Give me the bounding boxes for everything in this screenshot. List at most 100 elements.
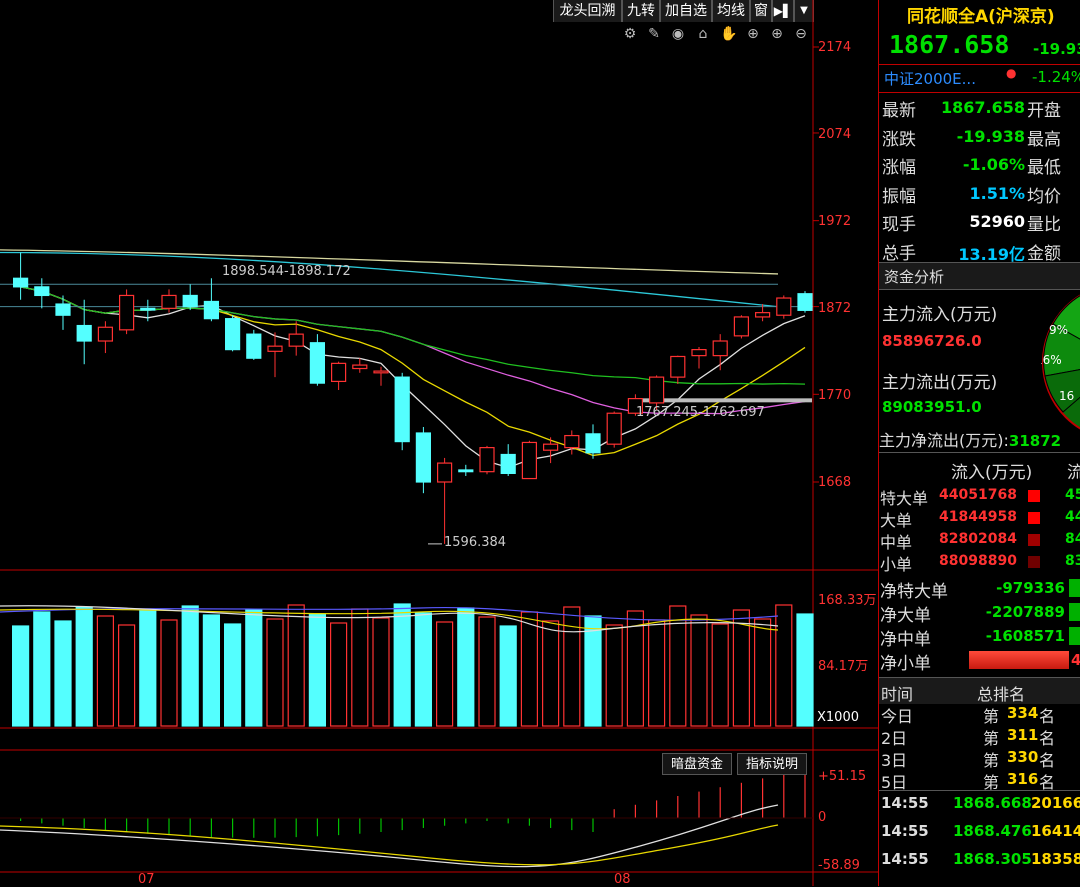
price-tick: 1668 [818,475,852,490]
fund-pie-chart: 9% 16% 16 [1041,294,1080,430]
candle-body [394,376,410,443]
volume-bar [775,604,793,727]
related-index-link[interactable]: 中证2000E... [884,68,976,89]
divider [879,452,1080,453]
quote-label: 涨跌 [882,129,916,150]
candle-body [182,294,198,308]
ranking-value: 334 [1007,704,1039,722]
candle-body [352,364,368,370]
quote-label: 振幅 [882,186,916,207]
date-tick: 08 [614,872,631,887]
security-name: 同花顺全A(沪深京) [907,7,1055,27]
candle-body [331,362,347,383]
ma30-line [20,286,806,385]
ranking-total-header: 总排名 [977,685,1026,704]
candle-body [670,355,686,378]
net-order-value: 4 [1071,651,1080,669]
tick-price: 1868.305 [953,850,1032,868]
volume-bar [224,623,242,727]
net-order-label: 净小单 [880,654,931,674]
ranking-prefix: 第 [983,729,1000,748]
candle-body [246,333,262,359]
tick-price: 1868.668 [953,794,1032,812]
quote-label: 最高 [1027,129,1061,150]
volume-bar [139,610,157,727]
inflow-value: 85896726.0 [882,332,982,350]
high-annotation: 1898.544-1898.172 [222,264,351,279]
candle-body [76,324,92,342]
candle-body [118,294,135,331]
ma10-line [20,286,806,457]
quote-label: 最低 [1027,158,1061,178]
outflow-value: 89083951.0 [882,398,982,416]
quote-label: 量比 [1027,215,1061,235]
quote-value: -1.06% [962,155,1025,174]
indicator-line-fast [0,804,779,868]
ranking-prefix: 第 [983,751,1000,770]
volume-bar [75,606,93,727]
volume-bar [541,620,560,727]
candle-body [415,432,431,483]
volume-bar [202,614,220,727]
divider [879,790,1080,791]
related-change: -1.24% [1032,68,1080,86]
volume-tick: 168.33万 [818,593,877,608]
inflow-bar [1028,534,1040,546]
ranking-value: 316 [1007,770,1039,788]
ranking-suffix: 名 [1039,707,1056,726]
volume-bar [626,610,645,727]
order-type-label: 中单 [880,533,913,552]
volume-bar [732,609,751,727]
quote-label: 开盘 [1027,101,1061,121]
dark-pool-button[interactable]: 暗盘资金 [662,753,732,775]
inflow-bar [1028,512,1040,524]
fund-header: 资金分析 [879,262,1080,290]
ranking-suffix: 名 [1039,751,1056,770]
candle-body [34,286,50,297]
volume-bar [499,625,517,727]
price-tick: 1972 [818,214,852,229]
candle-body [776,297,792,316]
volume-bar [605,624,623,727]
candle-body [691,349,707,357]
ranking-prefix: 第 [983,707,1000,726]
volume-bar [414,612,432,727]
volume-bar [54,620,72,727]
candle-body [267,345,283,352]
quote-value: 52960 [969,212,1025,231]
volume-bar [181,605,199,727]
quote-label: 均价 [1027,186,1061,207]
ranking-suffix: 名 [1039,729,1056,748]
net-order-label: 净特大单 [880,582,948,602]
candle-body [585,433,601,454]
net-order-label: 净中单 [880,630,931,650]
candle-body [564,434,580,449]
net-order-bar [1069,627,1080,645]
tick-volume: 18358 [1031,850,1080,868]
price-change: -19.93 [1033,40,1080,58]
candle-body [648,376,665,404]
quote-value: 13.19亿 [958,244,1025,264]
candle-body [161,294,177,309]
inflow-bar [1028,556,1040,568]
net-order-bar [1069,579,1080,597]
candle-body [373,370,389,374]
order-type-label: 小单 [880,555,913,574]
inflow-label: 主力流入(万元) [882,305,998,325]
volume-bar [96,615,115,727]
order-outflow-value: 83 [1065,553,1080,569]
order-outflow-value: 84 [1065,531,1080,547]
last-price: 1867.658 [889,30,1010,59]
volume-bar [33,611,51,727]
indicator-tick: -58.89 [818,858,860,873]
net-order-label: 净大单 [880,606,931,626]
candle-body [203,300,219,320]
indicator-help-button[interactable]: 指标说明 [737,753,807,775]
order-inflow-value: 82802084 [939,531,1017,547]
inflow-bar [1028,490,1040,502]
order-outflow-value: 44 [1065,509,1080,525]
volume-bar [351,608,369,727]
volume-bar [330,622,348,727]
volume-bar [436,621,454,727]
ranking-header: 时间 总排名 [879,677,1080,704]
